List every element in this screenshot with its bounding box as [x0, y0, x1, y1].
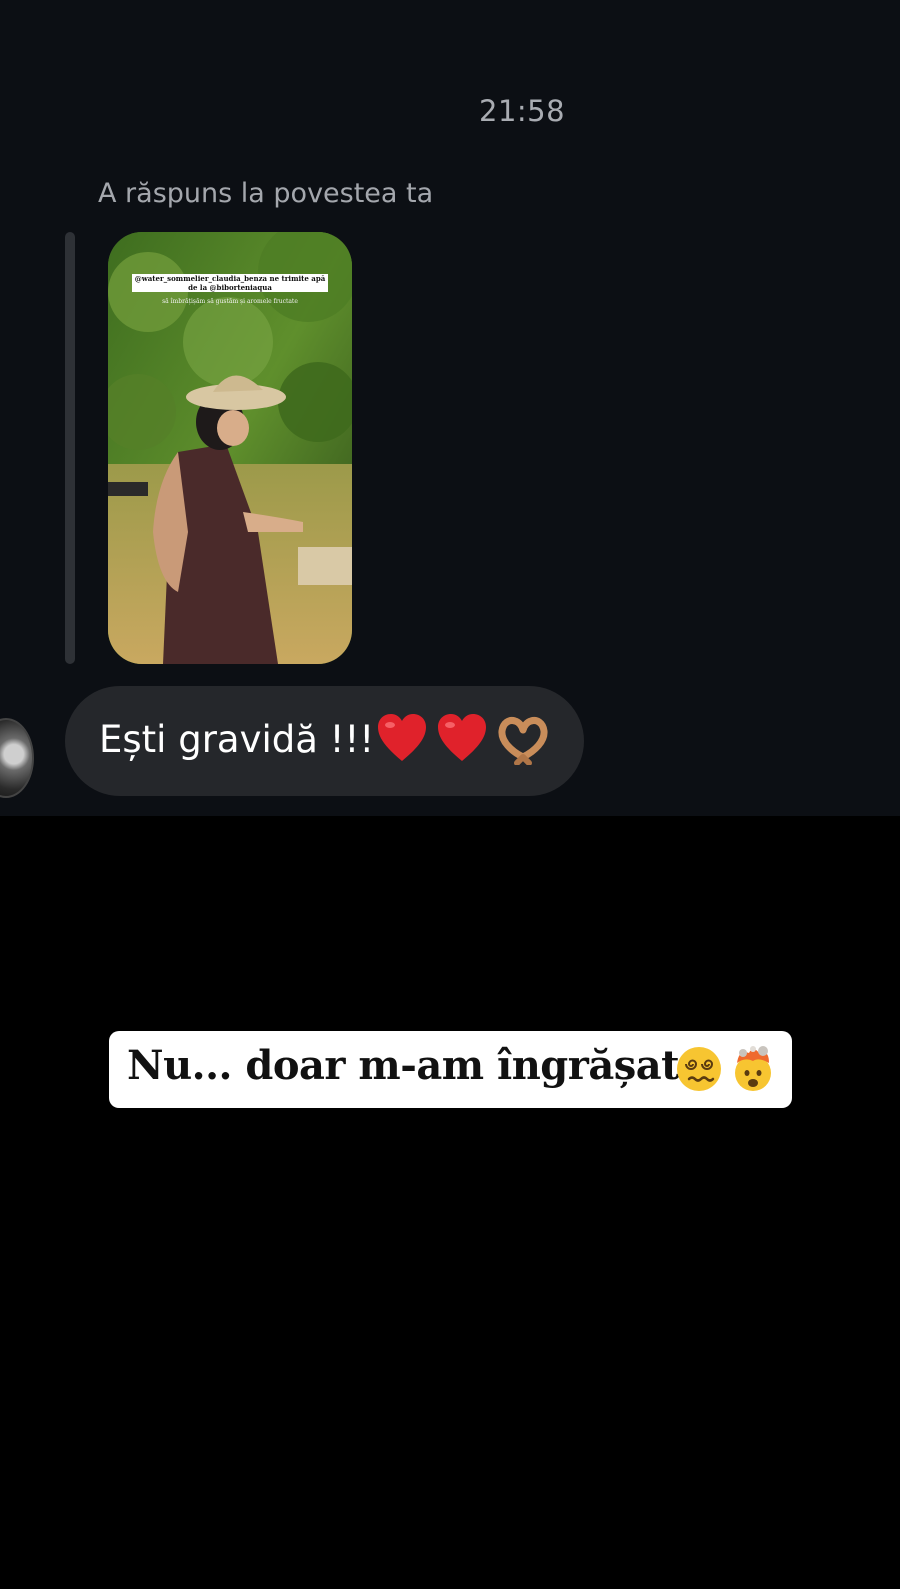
red-heart-icon	[438, 714, 486, 761]
story-caption: @water_sommelier_claudia_benza ne trimit…	[132, 274, 328, 306]
message-text: Ești gravidă !!!	[99, 718, 375, 761]
sender-avatar[interactable]	[0, 718, 34, 798]
story-caption-line1: @water_sommelier_claudia_benza ne trimit…	[132, 274, 328, 292]
story-caption-line2: să îmbrățișăm să gustăm și aromele fruct…	[162, 298, 298, 305]
heart-hands-icon	[498, 717, 548, 765]
story-reply-label: A răspuns la povestea ta	[98, 178, 434, 209]
message-bubble[interactable]: Ești gravidă !!!	[65, 686, 584, 796]
story-preview-thumbnail[interactable]: @water_sommelier_claudia_benza ne trimit…	[108, 232, 352, 664]
message-emojis	[377, 713, 549, 765]
red-heart-icon	[378, 714, 426, 761]
message-timestamp: 21:58	[479, 94, 566, 128]
overlay-emojis	[675, 1045, 777, 1093]
story-overlay-text: Nu... doar m-am îngrășat	[127, 1042, 680, 1089]
exploding-head-icon	[735, 1046, 771, 1091]
story-text-sticker: Nu... doar m-am îngrășat	[109, 1031, 792, 1108]
chat-panel: 21:58 A răspuns la povestea ta @water_so…	[0, 0, 900, 816]
face-with-spiral-eyes-icon	[677, 1047, 721, 1091]
reply-quote-bar	[65, 232, 75, 664]
